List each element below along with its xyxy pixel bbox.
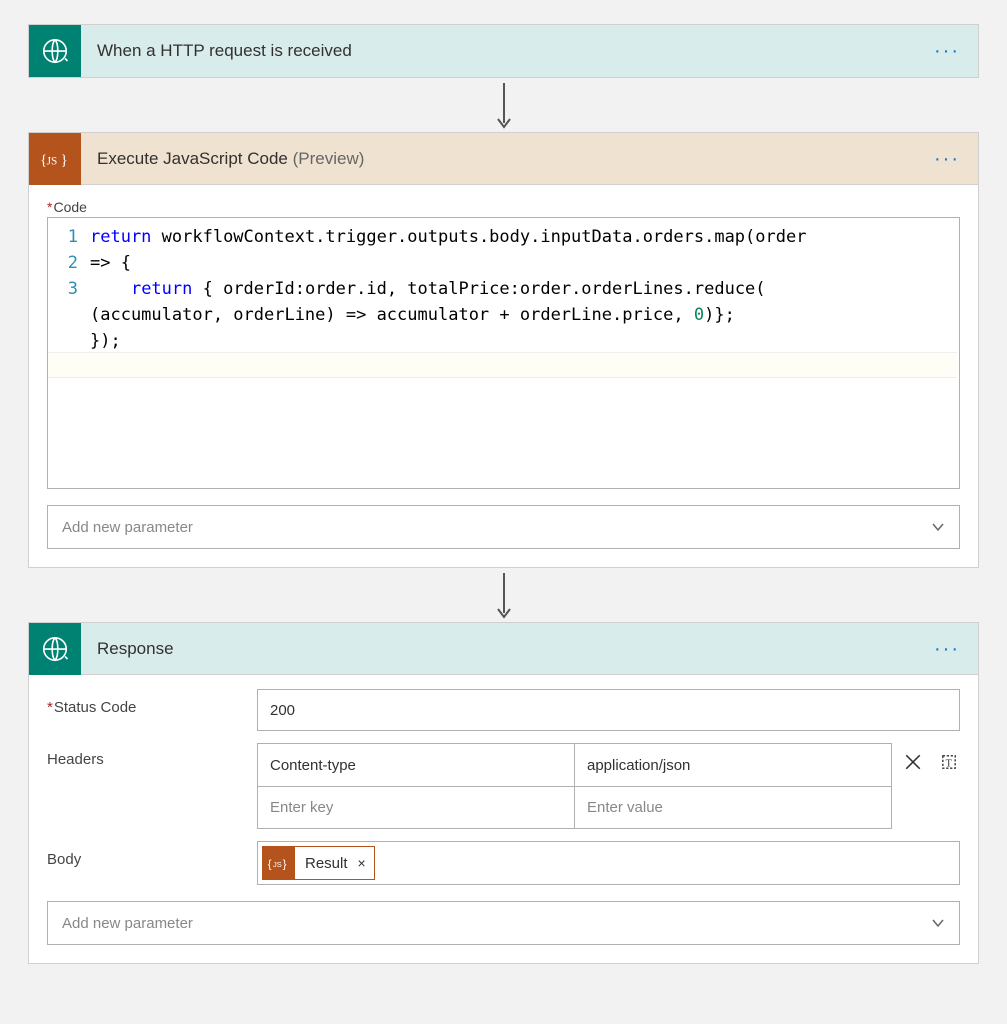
response-title: Response bbox=[81, 639, 934, 659]
header-row: Content-type application/json bbox=[258, 744, 891, 786]
response-card: Response ··· *Status Code 200 Headers Co… bbox=[28, 622, 979, 964]
http-response-icon bbox=[29, 623, 81, 675]
ellipsis-icon[interactable]: ··· bbox=[934, 644, 960, 654]
header-key-input[interactable]: Content-type bbox=[258, 744, 574, 786]
header-row: Enter key Enter value bbox=[258, 786, 891, 828]
chevron-down-icon bbox=[931, 520, 945, 534]
http-request-icon bbox=[29, 25, 81, 77]
add-parameter-dropdown[interactable]: Add new parameter bbox=[47, 505, 960, 549]
js-action-card: { JS } Execute JavaScript Code (Preview)… bbox=[28, 132, 979, 568]
body-token-result[interactable]: { JS } Result × bbox=[262, 846, 375, 880]
connector-arrow bbox=[28, 568, 979, 622]
ellipsis-icon[interactable]: ··· bbox=[934, 154, 960, 164]
trigger-title: When a HTTP request is received bbox=[81, 41, 934, 61]
code-gutter: 1 2 3 bbox=[48, 218, 86, 488]
svg-text:}: } bbox=[283, 859, 287, 871]
js-action-title: Execute JavaScript Code (Preview) bbox=[81, 149, 934, 169]
trigger-header[interactable]: When a HTTP request is received ··· bbox=[29, 25, 978, 77]
headers-table: Content-type application/json Enter key … bbox=[257, 743, 892, 829]
trigger-card: When a HTTP request is received ··· bbox=[28, 24, 979, 78]
code-editor[interactable]: 1 2 3 return workflowContext.trigger.out… bbox=[47, 217, 960, 489]
ellipsis-icon[interactable]: ··· bbox=[934, 46, 960, 56]
body-input[interactable]: { JS } Result × bbox=[257, 841, 960, 885]
header-value-input[interactable]: application/json bbox=[574, 744, 891, 786]
js-action-body: *Code 1 2 3 return workflowContext.trigg… bbox=[29, 185, 978, 567]
switch-mode-icon[interactable]: T bbox=[938, 751, 960, 773]
response-header[interactable]: Response ··· bbox=[29, 623, 978, 675]
svg-text:}: } bbox=[61, 152, 68, 168]
status-code-input[interactable]: 200 bbox=[257, 689, 960, 731]
connector-arrow bbox=[28, 78, 979, 132]
body-label: Body bbox=[47, 841, 257, 868]
add-parameter-label: Add new parameter bbox=[62, 519, 193, 536]
add-parameter-dropdown[interactable]: Add new parameter bbox=[47, 901, 960, 945]
svg-text:JS: JS bbox=[47, 155, 58, 167]
response-body: *Status Code 200 Headers Content-type ap… bbox=[29, 675, 978, 963]
js-action-header[interactable]: { JS } Execute JavaScript Code (Preview)… bbox=[29, 133, 978, 185]
svg-text:{: { bbox=[268, 859, 272, 871]
status-code-label: *Status Code bbox=[47, 689, 257, 716]
headers-label: Headers bbox=[47, 743, 257, 768]
chevron-down-icon bbox=[931, 916, 945, 930]
remove-token-icon[interactable]: × bbox=[356, 847, 374, 879]
code-field-label: *Code bbox=[47, 199, 960, 215]
delete-header-icon[interactable] bbox=[902, 751, 924, 773]
javascript-icon: { JS } bbox=[29, 133, 81, 185]
svg-text:T: T bbox=[946, 759, 952, 770]
code-content[interactable]: return workflowContext.trigger.outputs.b… bbox=[86, 218, 959, 488]
svg-text:JS: JS bbox=[273, 860, 282, 869]
header-key-input[interactable]: Enter key bbox=[258, 787, 574, 828]
add-parameter-label: Add new parameter bbox=[62, 915, 193, 932]
javascript-icon: { JS } bbox=[263, 847, 295, 879]
header-value-input[interactable]: Enter value bbox=[574, 787, 891, 828]
token-label: Result bbox=[295, 847, 356, 879]
